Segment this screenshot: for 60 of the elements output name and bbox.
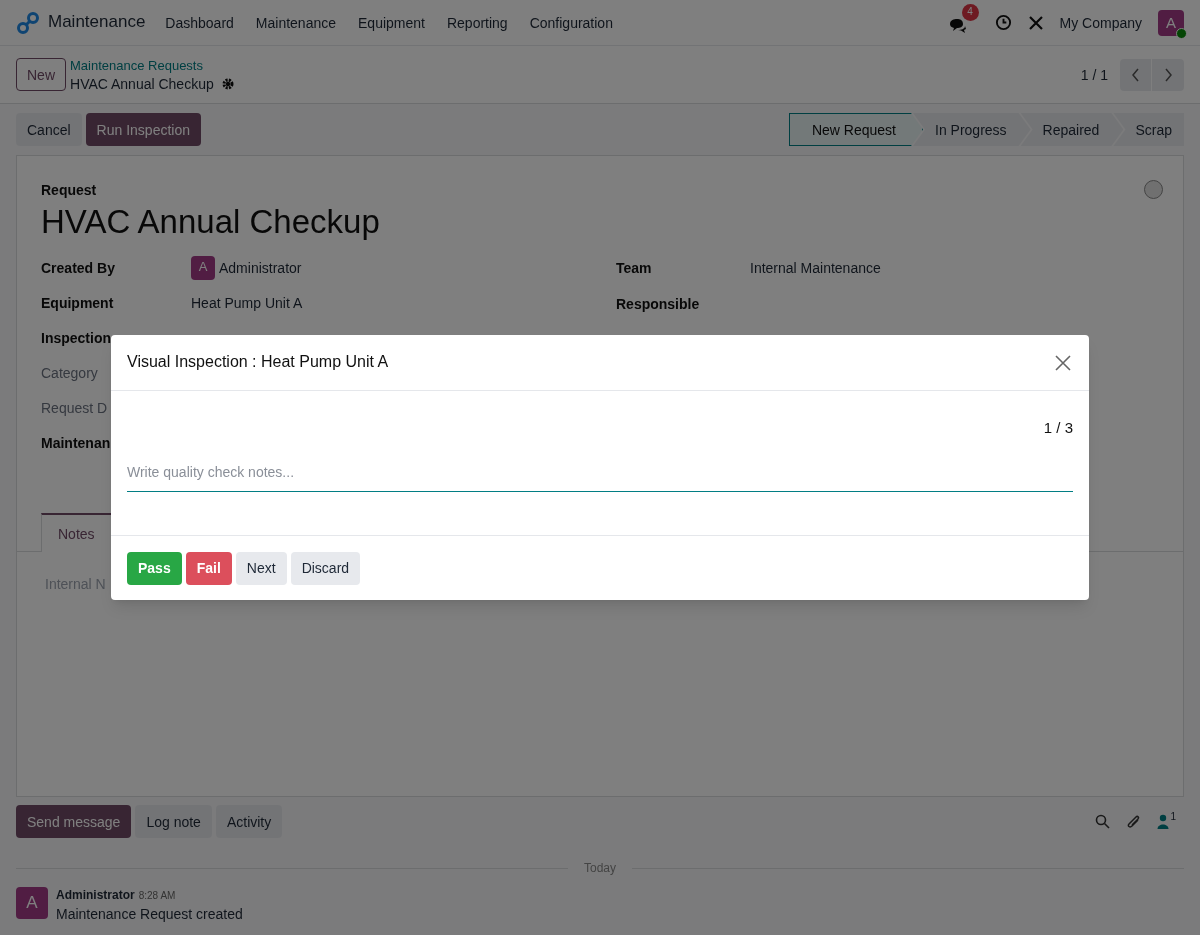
logo-icon	[16, 10, 40, 35]
company-name[interactable]: My Company	[1059, 12, 1142, 33]
field-value[interactable]: Heat Pump Unit A	[191, 292, 303, 313]
request-title: HVAC Annual Checkup	[41, 202, 381, 242]
date-divider: Today	[583, 860, 617, 877]
chatter-button[interactable]: Log note	[135, 805, 212, 838]
field-value[interactable]: Internal Maintenance	[750, 258, 881, 278]
stage-button[interactable]: Scrap	[1113, 113, 1184, 146]
close-button[interactable]	[1053, 352, 1073, 373]
dialog-button[interactable]: Discard	[290, 551, 361, 585]
menu-item[interactable]: Maintenance	[255, 12, 336, 33]
clock-icon[interactable]	[994, 14, 1012, 31]
title-caption: Request	[41, 181, 97, 200]
person-icon	[1157, 814, 1170, 829]
action-button[interactable]: Cancel	[16, 113, 82, 146]
search-icon[interactable]	[1095, 814, 1111, 829]
field-label: Request D	[41, 398, 109, 418]
field-label: Equipment	[41, 293, 115, 313]
author-avatar: A	[16, 887, 48, 920]
chevron-right-icon	[1163, 67, 1173, 82]
paperclip-icon[interactable]	[1126, 813, 1142, 830]
user-avatar[interactable]: A	[1158, 9, 1184, 36]
chatter-button[interactable]: Send message	[16, 805, 132, 838]
stage-button[interactable]: Repaired	[1020, 113, 1124, 146]
breadcrumb-link[interactable]: Maintenance Requests	[70, 56, 234, 75]
app-name[interactable]: Maintenance	[48, 10, 146, 35]
menu-item[interactable]: Dashboard	[165, 12, 234, 33]
chatter-button[interactable]: Activity	[215, 805, 283, 838]
dialog-button[interactable]: Fail	[185, 551, 232, 585]
field-label: Inspection	[41, 328, 112, 348]
menu-item[interactable]: Configuration	[529, 12, 613, 33]
message-body: Maintenance Request created	[56, 905, 243, 925]
message-author: Administrator	[56, 887, 135, 905]
close-icon	[1055, 354, 1071, 371]
field-value[interactable]: Administrator	[219, 257, 302, 278]
pager-counter: 1 / 1	[1080, 65, 1108, 85]
new-button[interactable]: New	[16, 58, 66, 91]
field-label: Responsible	[616, 295, 701, 314]
field-label: Team	[616, 259, 653, 278]
stage-button[interactable]: In Progress	[913, 113, 1031, 146]
user-avatar: A	[191, 255, 215, 280]
menu-item[interactable]: Equipment	[358, 12, 425, 33]
stage-button[interactable]: New Request	[788, 113, 923, 146]
dialog-title: Visual Inspection : Heat Pump Unit A	[127, 352, 389, 373]
chevron-left-icon	[1131, 67, 1140, 82]
message-time: 8:28 AM	[138, 889, 176, 904]
dialog-button[interactable]: Next	[235, 551, 287, 585]
gear-icon[interactable]	[221, 77, 234, 90]
menu-item[interactable]: Reporting	[446, 12, 508, 33]
field-label: Maintenan	[41, 433, 112, 453]
messages-button[interactable]: 4	[948, 3, 979, 34]
field-label: Created By	[41, 258, 116, 278]
notes-tab[interactable]: Notes	[41, 513, 112, 552]
record-title: HVAC Annual Checkup	[70, 74, 214, 93]
dialog-button[interactable]: Pass	[127, 551, 182, 585]
chat-icon	[948, 17, 967, 34]
notes-input-field[interactable]: Write quality check notes...	[127, 452, 1073, 493]
message-count-badge: 4	[961, 3, 979, 21]
action-button[interactable]: Run Inspection	[85, 113, 201, 146]
step-counter: 1 / 3	[1043, 418, 1073, 438]
